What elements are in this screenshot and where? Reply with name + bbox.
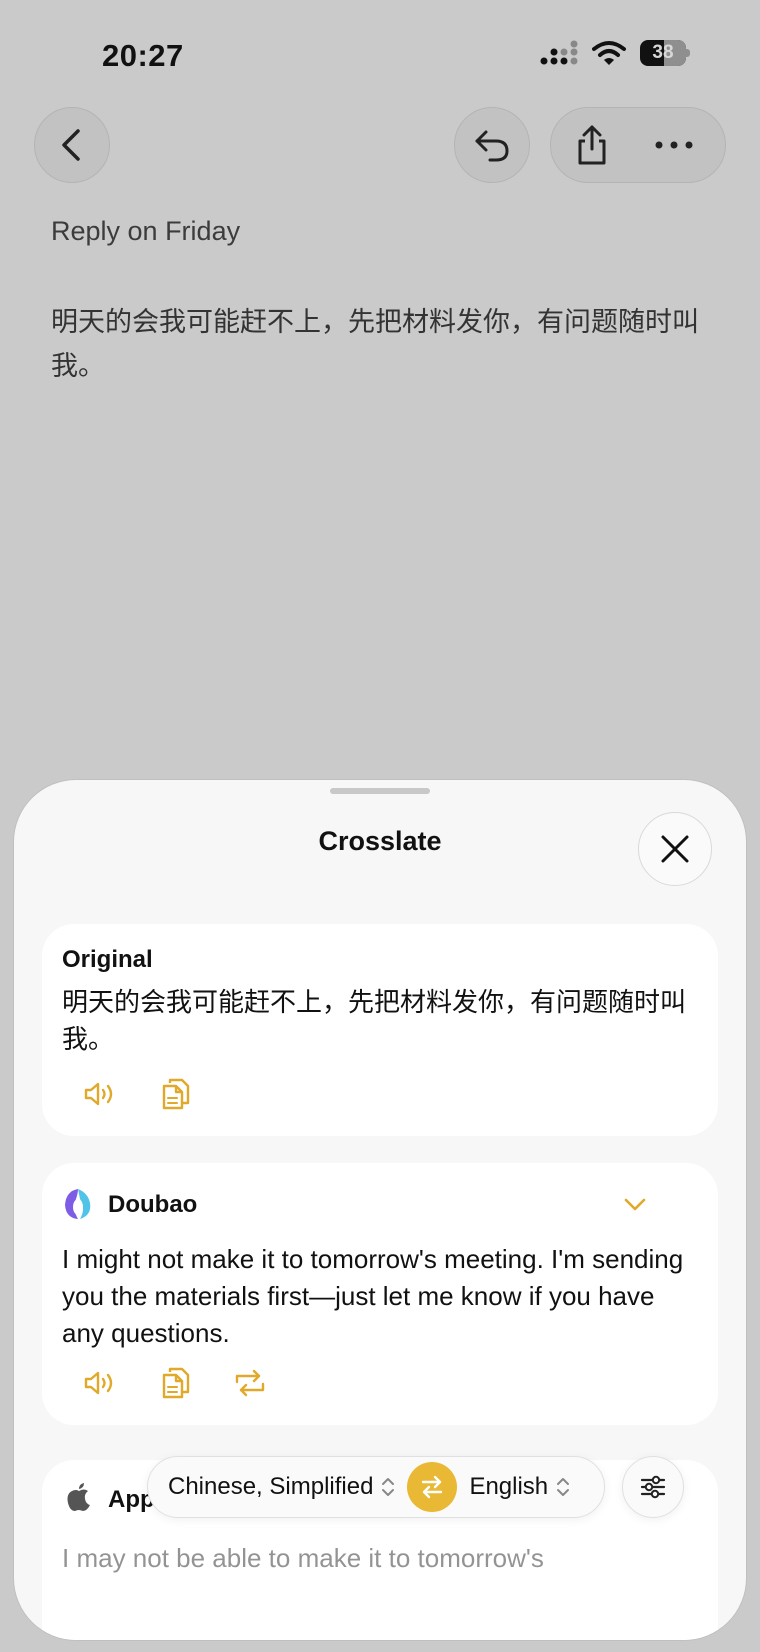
speak-result-button[interactable]: [78, 1361, 122, 1405]
sheet-title: Crosslate: [318, 826, 442, 856]
status-bar: 20:27 38: [0, 0, 760, 110]
battery-indicator: 38: [640, 40, 690, 66]
retranslate-button[interactable]: [228, 1361, 272, 1405]
speaker-icon: [84, 1371, 113, 1395]
undo-icon: [475, 130, 509, 162]
up-down-chevron-icon: [557, 1478, 570, 1496]
original-card: Original 明天的会我可能赶不上，先把材料发你，有问题随时叫我。: [42, 924, 718, 1136]
expand-doubao-button[interactable]: [620, 1189, 650, 1219]
up-down-chevron-icon: [382, 1478, 395, 1496]
close-button[interactable]: [638, 812, 712, 886]
source-language-select[interactable]: Chinese, Simplified: [168, 1473, 395, 1501]
note-body: 明天的会我可能赶不上，先把材料发你，有问题随时叫我。: [51, 307, 699, 381]
more-button[interactable]: [633, 107, 715, 183]
cellular-signal-icon: [540, 40, 578, 65]
repeat-icon: [235, 1369, 265, 1397]
share-icon: [578, 125, 606, 165]
result-card-doubao: Doubao I might not make it to tomorrow's…: [42, 1163, 718, 1425]
close-icon: [661, 835, 689, 863]
target-language-select[interactable]: English: [469, 1473, 570, 1501]
note-title: Reply on Friday: [51, 216, 241, 246]
copy-original-button[interactable]: [154, 1072, 198, 1116]
actions-pill: [550, 107, 726, 183]
copy-result-button[interactable]: [154, 1361, 198, 1405]
result-text: I may not be able to make it to tomorrow…: [62, 1543, 544, 1573]
original-label: Original: [62, 946, 153, 973]
share-button[interactable]: [551, 107, 633, 183]
back-button[interactable]: [34, 107, 110, 183]
sheet-grabber[interactable]: [330, 788, 430, 794]
original-text: 明天的会我可能赶不上，先把材料发你，有问题随时叫我。: [62, 987, 687, 1054]
result-text: I might not make it to tomorrow's meetin…: [62, 1244, 684, 1348]
sliders-icon: [640, 1475, 666, 1499]
chevron-left-icon: [62, 129, 80, 161]
swap-languages-button[interactable]: [407, 1462, 458, 1512]
status-time: 20:27: [102, 38, 184, 73]
speaker-icon: [84, 1082, 113, 1106]
source-language-label: Chinese, Simplified: [168, 1473, 374, 1500]
settings-button[interactable]: [622, 1456, 684, 1518]
more-icon: [655, 141, 693, 149]
status-icons: 38: [540, 40, 690, 66]
chevron-down-icon: [624, 1198, 646, 1211]
swap-icon: [422, 1475, 443, 1499]
copy-icon: [162, 1367, 190, 1399]
speak-original-button[interactable]: [78, 1072, 122, 1116]
result-provider-label: Doubao: [108, 1191, 198, 1218]
wifi-icon: [592, 41, 626, 65]
language-selector: Chinese, Simplified English: [147, 1456, 605, 1518]
translation-sheet: Crosslate Original 明天的会我可能赶不上，先把材料发你，有问题…: [14, 780, 746, 1640]
target-language-label: English: [469, 1473, 549, 1500]
battery-level: 38: [652, 42, 674, 63]
copy-icon: [162, 1078, 190, 1110]
undo-button[interactable]: [454, 107, 530, 183]
doubao-logo-icon: [65, 1189, 91, 1219]
apple-logo-icon: [67, 1483, 90, 1511]
